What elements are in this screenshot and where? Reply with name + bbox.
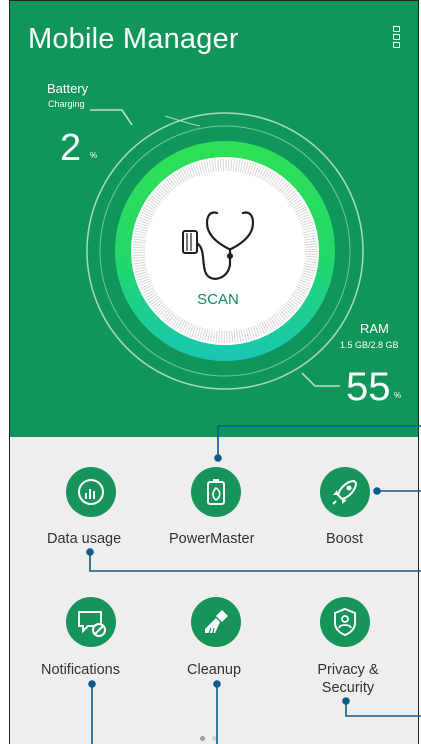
data-usage-tile[interactable] <box>66 467 116 517</box>
privacy-label-line2: Security <box>321 680 375 696</box>
ram-value: 55 <box>346 365 391 409</box>
mobile-manager-screen: Mobile Manager Battery Charging 2 % SCAN… <box>9 0 419 744</box>
ram-detail: 1.5 GB/2.8 GB <box>340 340 399 350</box>
cleanup-tile[interactable] <box>191 597 241 647</box>
page-dot-active <box>200 736 205 741</box>
boost-label[interactable]: Boost <box>326 531 363 547</box>
status-header: Mobile Manager Battery Charging 2 % SCAN… <box>10 1 418 437</box>
privacy-security-label[interactable]: Privacy & Security <box>313 662 383 696</box>
boost-tile[interactable] <box>320 467 370 517</box>
ram-label: RAM <box>360 321 389 336</box>
brush-icon <box>205 610 228 634</box>
battery-label: Battery <box>47 81 89 96</box>
notification-blocked-icon <box>78 611 106 637</box>
stethoscope-icon <box>182 211 255 280</box>
app-title: Mobile Manager <box>28 23 239 55</box>
privacy-label-line1: Privacy & <box>317 662 379 678</box>
more-menu-icon[interactable] <box>390 26 402 54</box>
power-master-icon <box>207 479 225 505</box>
data-usage-icon <box>78 479 104 505</box>
shield-icon <box>334 607 356 637</box>
data-usage-label[interactable]: Data usage <box>47 531 121 547</box>
notifications-tile[interactable] <box>66 597 116 647</box>
notifications-label[interactable]: Notifications <box>41 662 120 678</box>
power-master-label[interactable]: PowerMaster <box>169 531 254 547</box>
ram-unit: % <box>394 391 402 400</box>
page-dot-inactive <box>212 736 217 741</box>
page-indicator <box>200 728 224 744</box>
cleanup-label[interactable]: Cleanup <box>187 662 241 678</box>
rocket-icon <box>332 479 358 505</box>
scan-label: SCAN <box>197 291 239 308</box>
power-master-tile[interactable] <box>191 467 241 517</box>
privacy-security-tile[interactable] <box>320 597 370 647</box>
